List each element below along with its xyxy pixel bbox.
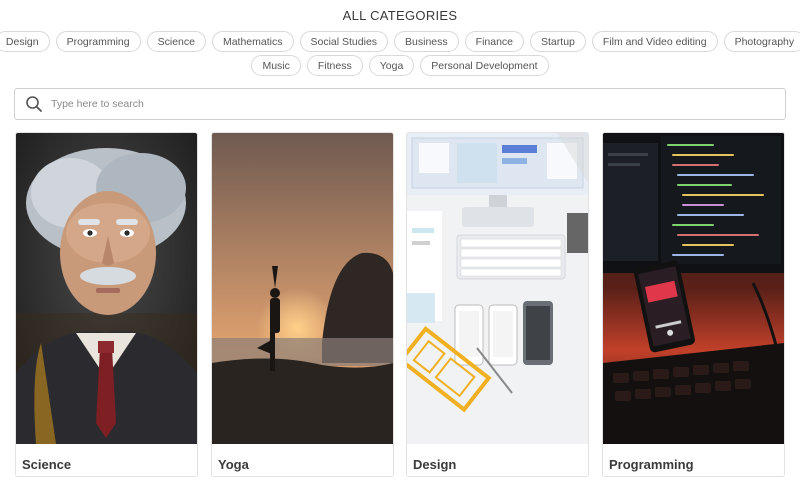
search-input[interactable]	[51, 98, 785, 110]
design-card-image	[407, 133, 588, 444]
category-chips-row-2: Music Fitness Yoga Personal Development	[0, 55, 800, 76]
programming-card-image	[603, 133, 784, 444]
card-label: Science	[22, 457, 72, 472]
category-chip-science[interactable]: Science	[146, 31, 206, 52]
category-chip-photography[interactable]: Photography	[723, 31, 800, 52]
category-chip-personal-development[interactable]: Personal Development	[420, 55, 549, 76]
card-label: Design	[413, 457, 457, 472]
category-card-programming[interactable]: Programming	[602, 132, 785, 477]
category-chip-programming[interactable]: Programming	[55, 31, 141, 52]
category-chip-yoga[interactable]: Yoga	[368, 55, 415, 76]
page-title: ALL CATEGORIES	[342, 8, 458, 23]
category-chip-fitness[interactable]: Fitness	[306, 55, 363, 76]
category-chip-business[interactable]: Business	[394, 31, 459, 52]
category-chip-film-video-editing[interactable]: Film and Video editing	[591, 31, 718, 52]
yoga-card-image	[212, 133, 393, 444]
card-label: Yoga	[218, 457, 249, 472]
category-card-science[interactable]: Science	[15, 132, 198, 477]
category-chip-design[interactable]: Design	[0, 31, 50, 52]
category-chip-music[interactable]: Music	[251, 55, 301, 76]
category-chip-startup[interactable]: Startup	[530, 31, 586, 52]
search-bar[interactable]	[14, 88, 786, 120]
science-card-image	[16, 133, 197, 444]
category-card-design[interactable]: Design	[406, 132, 589, 477]
search-icon	[26, 96, 42, 112]
card-label: Programming	[609, 457, 694, 472]
category-card-yoga[interactable]: Yoga	[211, 132, 394, 477]
category-chip-social-studies[interactable]: Social Studies	[299, 31, 389, 52]
category-chip-mathematics[interactable]: Mathematics	[211, 31, 294, 52]
category-chips-row-1: Design Programming Science Mathematics S…	[0, 31, 800, 52]
category-chip-finance[interactable]: Finance	[464, 31, 525, 52]
